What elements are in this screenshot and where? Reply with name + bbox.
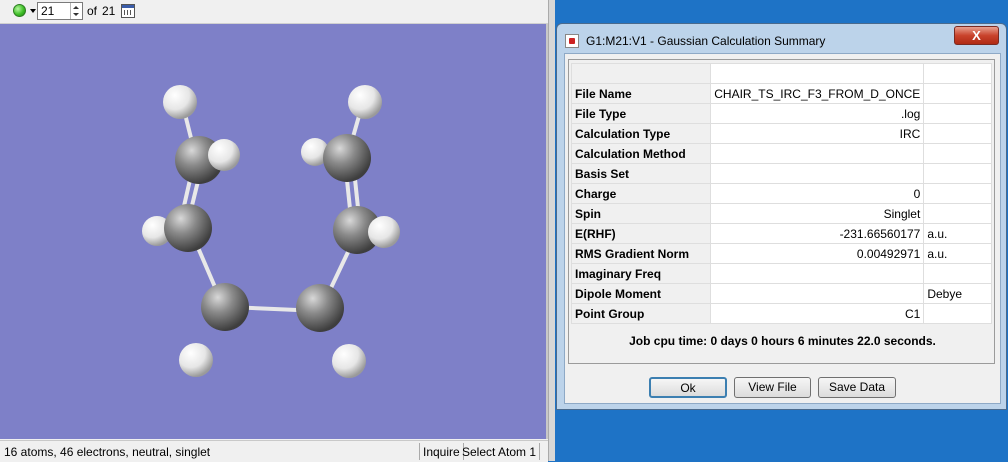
row-label: Basis Set: [570, 163, 712, 184]
row-unit: [923, 103, 992, 124]
animation-table-icon[interactable]: [121, 4, 135, 18]
molecule-drawing: [142, 85, 400, 378]
row-label: Calculation Method: [570, 143, 712, 164]
row-label: Point Group: [570, 303, 712, 324]
row-label: File Name: [570, 83, 712, 104]
row-label: File Type: [570, 103, 712, 124]
spin-up-icon[interactable]: [73, 6, 79, 9]
row-unit: [923, 123, 992, 144]
row-unit: a.u.: [923, 243, 992, 264]
close-button[interactable]: X: [954, 26, 999, 45]
dialog-title: G1:M21:V1 - Gaussian Calculation Summary: [586, 34, 826, 48]
table-cell: [570, 63, 712, 84]
hydrogen-atom: [332, 344, 366, 378]
table-row: Spin Singlet: [570, 203, 992, 224]
hydrogen-atom: [348, 85, 382, 119]
row-value: .log: [710, 103, 925, 124]
status-bar: 16 atoms, 46 electrons, neutral, singlet…: [0, 440, 548, 462]
table-row: Dipole Moment Debye: [570, 283, 992, 304]
table-row: RMS Gradient Norm 0.00492971 a.u.: [570, 243, 992, 264]
table-row: Point Group C1: [570, 303, 992, 324]
row-label: Dipole Moment: [570, 283, 712, 304]
select-atom-status: Select Atom 1: [459, 443, 541, 460]
row-value: Singlet: [710, 203, 925, 224]
table-row: Imaginary Freq: [570, 263, 992, 284]
pane-divider[interactable]: [548, 0, 555, 461]
table-row: File Type .log: [570, 103, 992, 124]
table-cell: [923, 63, 992, 84]
table-row: [570, 63, 992, 84]
row-value: -231.66560177: [710, 223, 925, 244]
row-unit: Debye: [923, 283, 992, 304]
total-frames-label: 21: [102, 4, 116, 18]
row-value: [710, 163, 925, 184]
of-label: of: [87, 4, 98, 18]
row-unit: [923, 83, 992, 104]
spin-down-icon[interactable]: [73, 13, 79, 16]
row-value: 0.00492971: [710, 243, 925, 264]
chevron-down-icon[interactable]: [30, 9, 36, 13]
table-row: Calculation Type IRC: [570, 123, 992, 144]
row-value: [710, 263, 925, 284]
row-value: [710, 283, 925, 304]
frame-number-stepper[interactable]: 21: [37, 2, 83, 20]
row-unit: [923, 163, 992, 184]
table-row: E(RHF) -231.66560177 a.u.: [570, 223, 992, 244]
job-cpu-time: Job cpu time: 0 days 0 hours 6 minutes 2…: [629, 334, 936, 348]
calculation-summary-dialog: G1:M21:V1 - Gaussian Calculation Summary…: [556, 23, 1007, 410]
row-label: Charge: [570, 183, 712, 204]
dialog-client-area: File Name CHAIR_TS_IRC_F3_FROM_D_ONCE File…: [564, 53, 1001, 404]
ok-button[interactable]: Ok: [649, 377, 727, 398]
frame-number-value[interactable]: 21: [41, 4, 54, 18]
table-row: Calculation Method: [570, 143, 992, 164]
summary-panel: File Name CHAIR_TS_IRC_F3_FROM_D_ONCE File…: [568, 59, 995, 364]
table-row: Basis Set: [570, 163, 992, 184]
row-unit: [923, 183, 992, 204]
row-value: IRC: [710, 123, 925, 144]
summary-table: File Name CHAIR_TS_IRC_F3_FROM_D_ONCE File…: [570, 63, 992, 324]
row-label: Calculation Type: [570, 123, 712, 144]
save-data-button[interactable]: Save Data: [818, 377, 896, 398]
table-cell: [710, 63, 925, 84]
inquire-mode[interactable]: Inquire: [419, 443, 464, 460]
row-unit: [923, 203, 992, 224]
row-unit: [923, 303, 992, 324]
view-file-button[interactable]: View File: [734, 377, 811, 398]
carbon-atom: [323, 134, 371, 182]
hydrogen-atom: [368, 216, 400, 248]
table-row: File Name CHAIR_TS_IRC_F3_FROM_D_ONCE: [570, 83, 992, 104]
carbon-atom: [201, 283, 249, 331]
molecule-canvas[interactable]: [0, 24, 548, 439]
row-value: 0: [710, 183, 925, 204]
row-unit: [923, 263, 992, 284]
frame-spin-control[interactable]: [70, 3, 82, 19]
row-label: RMS Gradient Norm: [570, 243, 712, 264]
viewer-toolbar: 21 of 21: [0, 0, 548, 24]
row-value: [710, 143, 925, 164]
row-value: CHAIR_TS_IRC_F3_FROM_D_ONCE: [710, 83, 925, 104]
molecule-viewer-window: 21 of 21 16 atoms, 46 electrons, neutral…: [0, 0, 548, 462]
green-status-icon[interactable]: [13, 4, 26, 17]
hydrogen-atom: [208, 139, 240, 171]
row-label: Spin: [570, 203, 712, 224]
table-row: Charge 0: [570, 183, 992, 204]
carbon-atom: [164, 204, 212, 252]
row-label: Imaginary Freq: [570, 263, 712, 284]
row-unit: [923, 143, 992, 164]
molecule-status-text: 16 atoms, 46 electrons, neutral, singlet: [4, 445, 211, 459]
row-unit: a.u.: [923, 223, 992, 244]
gaussian-app-icon: [565, 34, 579, 48]
hydrogen-atom: [163, 85, 197, 119]
hydrogen-atom: [179, 343, 213, 377]
row-value: C1: [710, 303, 925, 324]
carbon-atom: [296, 284, 344, 332]
row-label: E(RHF): [570, 223, 712, 244]
